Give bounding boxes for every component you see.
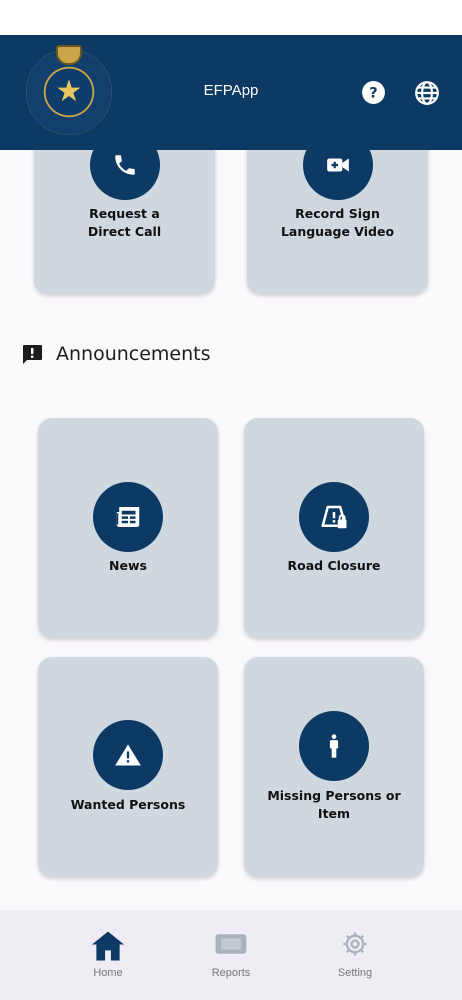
reports-icon: [215, 934, 247, 954]
news-icon-circle: [93, 482, 163, 552]
svg-text:?: ?: [369, 85, 377, 102]
phone-icon: [115, 155, 135, 175]
language-button[interactable]: [414, 80, 440, 106]
app-title: EFPApp: [203, 82, 259, 99]
missing-icon-circle: [299, 711, 369, 781]
news-card[interactable]: News: [38, 418, 218, 638]
road-closure-label: Road Closure: [287, 558, 381, 573]
newspaper-icon: [116, 507, 140, 527]
announcements-title: Announcements: [56, 343, 211, 365]
help-icon: ?: [362, 81, 385, 104]
wanted-persons-label: Wanted Persons: [70, 797, 186, 812]
road-closure-card[interactable]: Road Closure: [244, 418, 424, 638]
police-emblem-logo: ★: [26, 45, 112, 135]
gear-icon: [343, 932, 367, 956]
missing-persons-label: Missing Persons or Item: [267, 788, 401, 821]
status-bar: [0, 0, 462, 35]
home-icon: [92, 931, 124, 961]
globe-icon: [415, 81, 439, 105]
bottom-navigation: Home Reports Setting: [0, 910, 462, 1000]
video-camera-icon: [327, 158, 349, 172]
announcement-icon: [23, 345, 42, 364]
app-bar: ★ EFPApp ?: [0, 35, 462, 150]
help-button[interactable]: ?: [361, 80, 386, 105]
road-closure-icon-circle: [299, 482, 369, 552]
warning-icon: [115, 744, 141, 766]
road-closure-icon: [321, 505, 347, 529]
nav-item-setting[interactable]: Setting: [278, 910, 432, 1000]
nav-label-setting: Setting: [337, 967, 373, 979]
request-direct-call-label: Request a Direct Call: [87, 206, 162, 239]
wanted-persons-card[interactable]: Wanted Persons: [38, 657, 218, 877]
record-sign-language-label: Record Sign Language Video: [280, 206, 395, 239]
wanted-icon-circle: [93, 720, 163, 790]
announcements-header: Announcements: [20, 340, 211, 368]
person-icon: [329, 734, 339, 758]
missing-persons-card[interactable]: Missing Persons or Item: [244, 657, 424, 877]
news-label: News: [109, 558, 147, 573]
